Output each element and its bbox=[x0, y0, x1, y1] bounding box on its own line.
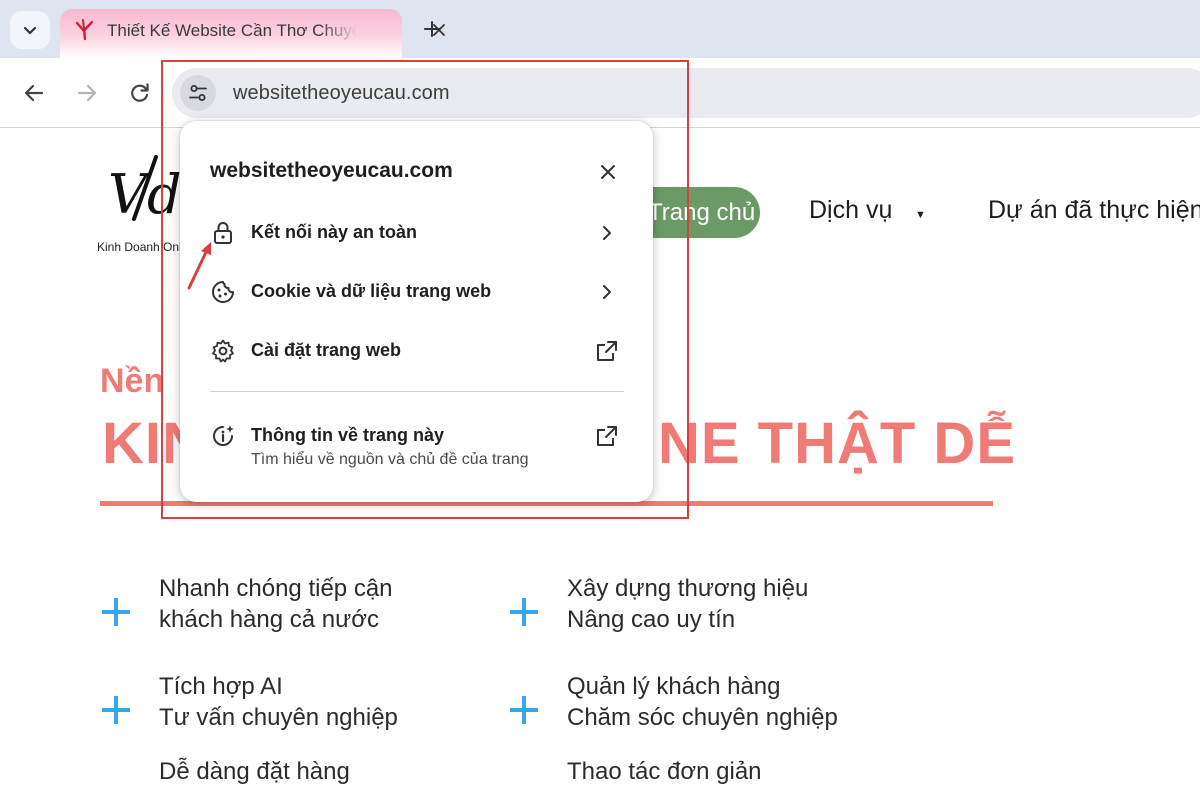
tune-icon bbox=[189, 85, 207, 101]
chevron-right-icon bbox=[594, 279, 620, 305]
feature-line: Tư vấn chuyên nghiệp bbox=[159, 704, 398, 731]
site-settings-row[interactable]: Cài đặt trang web bbox=[180, 326, 653, 374]
site-favicon-icon bbox=[75, 19, 94, 41]
tab-search-button[interactable] bbox=[10, 11, 50, 49]
arrow-right-icon bbox=[77, 84, 97, 102]
plus-icon bbox=[100, 596, 132, 628]
nav-services-link[interactable]: Dịch vụ bbox=[809, 196, 892, 225]
annotation-arrow-icon bbox=[187, 242, 211, 290]
url-text[interactable]: websitetheoyeucau.com bbox=[233, 82, 450, 105]
plus-icon bbox=[100, 694, 132, 726]
connection-secure-row[interactable]: Kết nối này an toàn bbox=[180, 208, 653, 256]
feature-line: Nhanh chóng tiếp cận bbox=[159, 575, 393, 602]
browser-toolbar: websitetheoyeucau.com bbox=[0, 58, 1200, 128]
open-external-icon bbox=[594, 423, 620, 449]
new-tab-button[interactable] bbox=[415, 12, 449, 46]
popup-title: websitetheoyeucau.com bbox=[210, 159, 453, 182]
feature-line: Thao tác đơn giản bbox=[567, 758, 762, 785]
connection-secure-label: Kết nối này an toàn bbox=[251, 222, 418, 242]
tab-title: Thiết Kế Website Cần Thơ Chuyên Nghiệp bbox=[107, 21, 357, 40]
feature-line: Chăm sóc chuyên nghiệp bbox=[567, 704, 838, 731]
hero-kicker: Nền bbox=[100, 362, 165, 400]
about-page-row[interactable]: Thông tin về trang này Tìm hiểu về nguồn… bbox=[180, 411, 653, 477]
logo-mark: Vdes bbox=[108, 155, 241, 226]
arrow-left-icon bbox=[24, 84, 44, 102]
site-settings-label: Cài đặt trang web bbox=[251, 340, 402, 360]
active-tab[interactable]: Thiết Kế Website Cần Thơ Chuyên Nghiệp bbox=[60, 9, 445, 58]
about-page-sublabel: Tìm hiểu về nguồn và chủ đề của trang bbox=[251, 451, 529, 468]
feature-line: Dễ dàng đặt hàng bbox=[159, 758, 350, 785]
address-bar[interactable]: websitetheoyeucau.com bbox=[172, 68, 1200, 118]
reload-icon bbox=[131, 83, 149, 102]
cookies-row[interactable]: Cookie và dữ liệu trang web bbox=[180, 267, 653, 315]
plus-icon bbox=[508, 596, 540, 628]
close-icon bbox=[601, 165, 615, 179]
plus-icon bbox=[424, 21, 440, 37]
reload-button[interactable] bbox=[121, 74, 159, 112]
cookies-label: Cookie và dữ liệu trang web bbox=[251, 281, 492, 301]
gear-icon bbox=[212, 339, 234, 363]
nav-projects-link[interactable]: Dự án đã thực hiện bbox=[988, 196, 1200, 225]
info-sparkle-icon bbox=[213, 425, 234, 446]
feature-line: Xây dựng thương hiệu bbox=[567, 575, 809, 602]
back-button[interactable] bbox=[15, 74, 53, 112]
plus-icon bbox=[508, 694, 540, 726]
popup-close-button[interactable] bbox=[594, 158, 622, 186]
chevron-right-icon bbox=[594, 220, 620, 246]
tab-strip: Thiết Kế Website Cần Thơ Chuyên Nghiệp bbox=[0, 0, 1200, 58]
feature-line: Nâng cao uy tín bbox=[567, 606, 736, 633]
hero-headline-right: NE THẬT DỄ bbox=[658, 411, 1016, 476]
caret-down-icon: ▼ bbox=[915, 209, 926, 221]
site-logo[interactable]: Vdes bbox=[108, 155, 241, 230]
popup-divider bbox=[210, 391, 624, 392]
chevron-down-icon bbox=[23, 26, 37, 35]
open-external-icon bbox=[594, 338, 620, 364]
about-page-label: Thông tin về trang này bbox=[251, 425, 445, 445]
forward-button[interactable] bbox=[68, 74, 106, 112]
site-info-popup: websitetheoyeucau.com Kết nối này an toà… bbox=[180, 121, 653, 502]
feature-line: Tích hợp AI bbox=[159, 673, 283, 700]
logo-text: Vdes bbox=[108, 163, 188, 225]
feature-line: khách hàng cả nước bbox=[159, 606, 379, 633]
site-info-button[interactable] bbox=[180, 75, 216, 111]
feature-line: Quản lý khách hàng bbox=[567, 673, 781, 700]
